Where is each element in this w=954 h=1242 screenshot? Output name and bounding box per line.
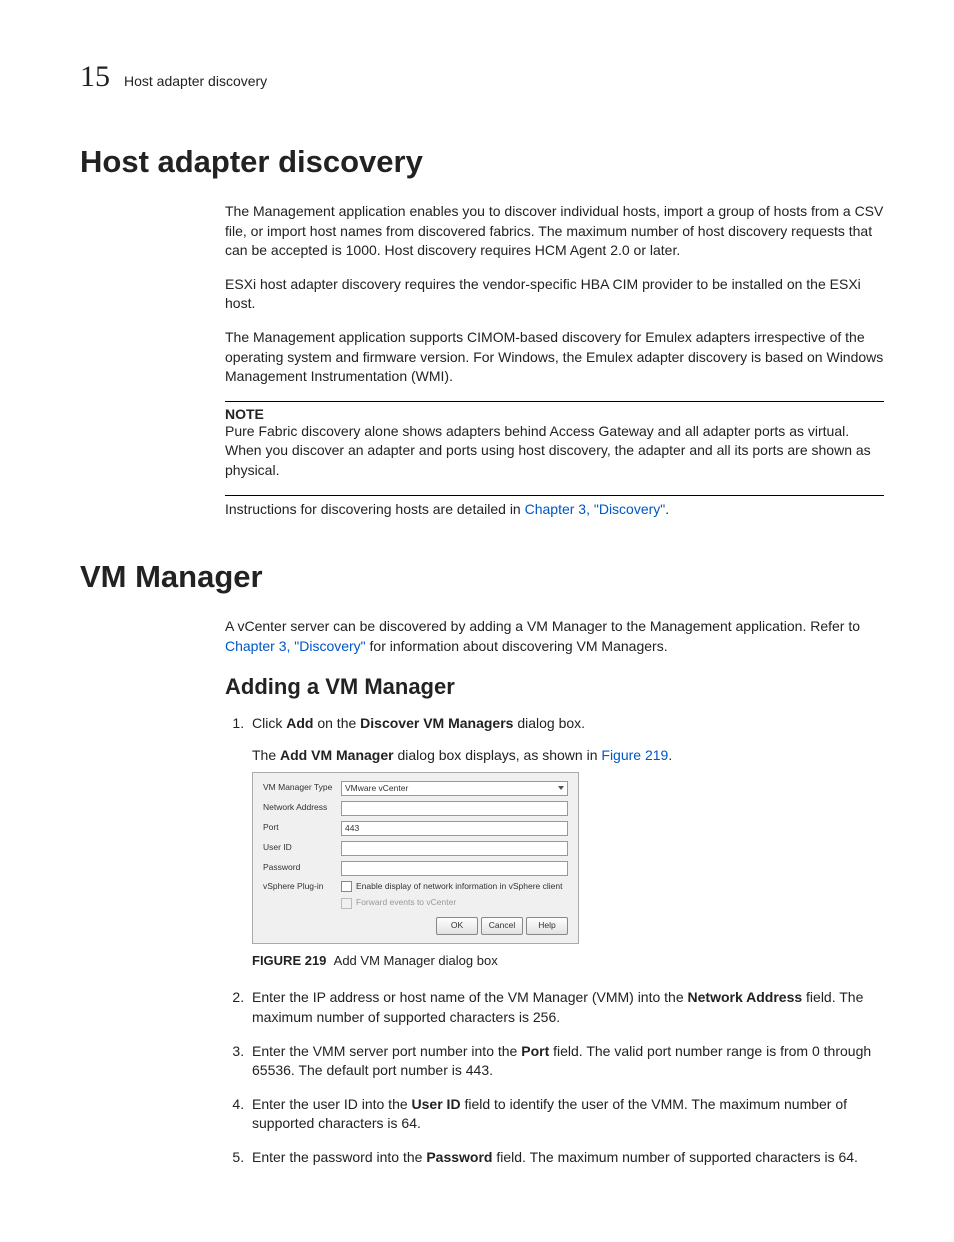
text: Port xyxy=(521,1043,549,1059)
text: User ID xyxy=(412,1096,461,1112)
note-label: NOTE xyxy=(225,406,884,422)
divider xyxy=(225,401,884,402)
help-button[interactable]: Help xyxy=(526,917,568,935)
step-1: Click Add on the Discover VM Managers di… xyxy=(248,714,884,970)
button-label: OK xyxy=(451,920,463,932)
text: dialog box displays, as shown in xyxy=(394,747,602,763)
text: Enter the IP address or host name of the… xyxy=(252,989,688,1005)
text: Enter the user ID into the xyxy=(252,1096,412,1112)
text: on the xyxy=(313,715,360,731)
dropdown-vm-manager-type[interactable]: VMware vCenter xyxy=(341,781,568,796)
label-port: Port xyxy=(263,822,341,834)
text: Discover VM Managers xyxy=(360,715,513,731)
input-value: 443 xyxy=(345,822,359,835)
link-chapter-3-discovery[interactable]: Chapter 3, "Discovery" xyxy=(525,501,666,517)
page-header: 15 Host adapter discovery xyxy=(80,60,884,94)
paragraph: ESXi host adapter discovery requires the… xyxy=(225,275,884,314)
cancel-button[interactable]: Cancel xyxy=(481,917,523,935)
paragraph: Instructions for discovering hosts are d… xyxy=(225,500,884,520)
button-label: Cancel xyxy=(489,920,515,932)
text: Click xyxy=(252,715,286,731)
ok-button[interactable]: OK xyxy=(436,917,478,935)
input-password[interactable] xyxy=(341,861,568,876)
text: . xyxy=(665,501,669,517)
text: Instructions for discovering hosts are d… xyxy=(225,501,525,517)
paragraph: The Management application enables you t… xyxy=(225,202,884,261)
divider xyxy=(225,495,884,496)
paragraph: A vCenter server can be discovered by ad… xyxy=(225,617,884,656)
checkbox-label-disabled: Forward events to vCenter xyxy=(356,897,456,909)
text: The xyxy=(252,747,280,763)
input-port[interactable]: 443 xyxy=(341,821,568,836)
label-network-address: Network Address xyxy=(263,802,341,814)
text: Add VM Manager xyxy=(280,747,394,763)
add-vm-manager-dialog: VM Manager Type VMware vCenter Network A… xyxy=(252,772,579,945)
input-user-id[interactable] xyxy=(341,841,568,856)
label-vsphere-plugin: vSphere Plug-in xyxy=(263,881,341,893)
button-label: Help xyxy=(538,920,555,932)
link-chapter-3-discovery[interactable]: Chapter 3, "Discovery" xyxy=(225,638,366,654)
step-5: Enter the password into the Password fie… xyxy=(248,1148,884,1168)
text: Password xyxy=(426,1149,492,1165)
heading-vm-manager: VM Manager xyxy=(80,559,884,595)
text: for information about discovering VM Man… xyxy=(366,638,668,654)
text: Add xyxy=(286,715,313,731)
figure-text: Add VM Manager dialog box xyxy=(334,953,498,968)
text: Enter the VMM server port number into th… xyxy=(252,1043,521,1059)
checkbox-label: Enable display of network information in… xyxy=(356,881,562,893)
label-user-id: User ID xyxy=(263,842,341,854)
step-4: Enter the user ID into the User ID field… xyxy=(248,1095,884,1134)
input-network-address[interactable] xyxy=(341,801,568,816)
dropdown-value: VMware vCenter xyxy=(345,782,408,795)
link-figure-219[interactable]: Figure 219 xyxy=(601,747,668,763)
text: . xyxy=(668,747,672,763)
step-3: Enter the VMM server port number into th… xyxy=(248,1042,884,1081)
heading-adding-vm-manager: Adding a VM Manager xyxy=(225,674,884,700)
label-vm-manager-type: VM Manager Type xyxy=(263,782,341,794)
heading-host-adapter-discovery: Host adapter discovery xyxy=(80,144,884,180)
figure-label: FIGURE 219 xyxy=(252,953,326,968)
chevron-down-icon xyxy=(558,786,564,790)
text: dialog box. xyxy=(513,715,585,731)
checkbox-forward-events xyxy=(341,898,352,909)
text: Network Address xyxy=(688,989,803,1005)
checkbox-enable-display[interactable] xyxy=(341,881,352,892)
label-password: Password xyxy=(263,862,341,874)
text: Enter the password into the xyxy=(252,1149,426,1165)
step-2: Enter the IP address or host name of the… xyxy=(248,988,884,1027)
paragraph: The Management application supports CIMO… xyxy=(225,328,884,387)
chapter-title: Host adapter discovery xyxy=(124,73,267,89)
text: A vCenter server can be discovered by ad… xyxy=(225,618,860,634)
note-body: Pure Fabric discovery alone shows adapte… xyxy=(225,422,884,481)
figure-caption: FIGURE 219 Add VM Manager dialog box xyxy=(252,952,884,970)
chapter-number: 15 xyxy=(80,60,110,94)
text: field. The maximum number of supported c… xyxy=(492,1149,857,1165)
